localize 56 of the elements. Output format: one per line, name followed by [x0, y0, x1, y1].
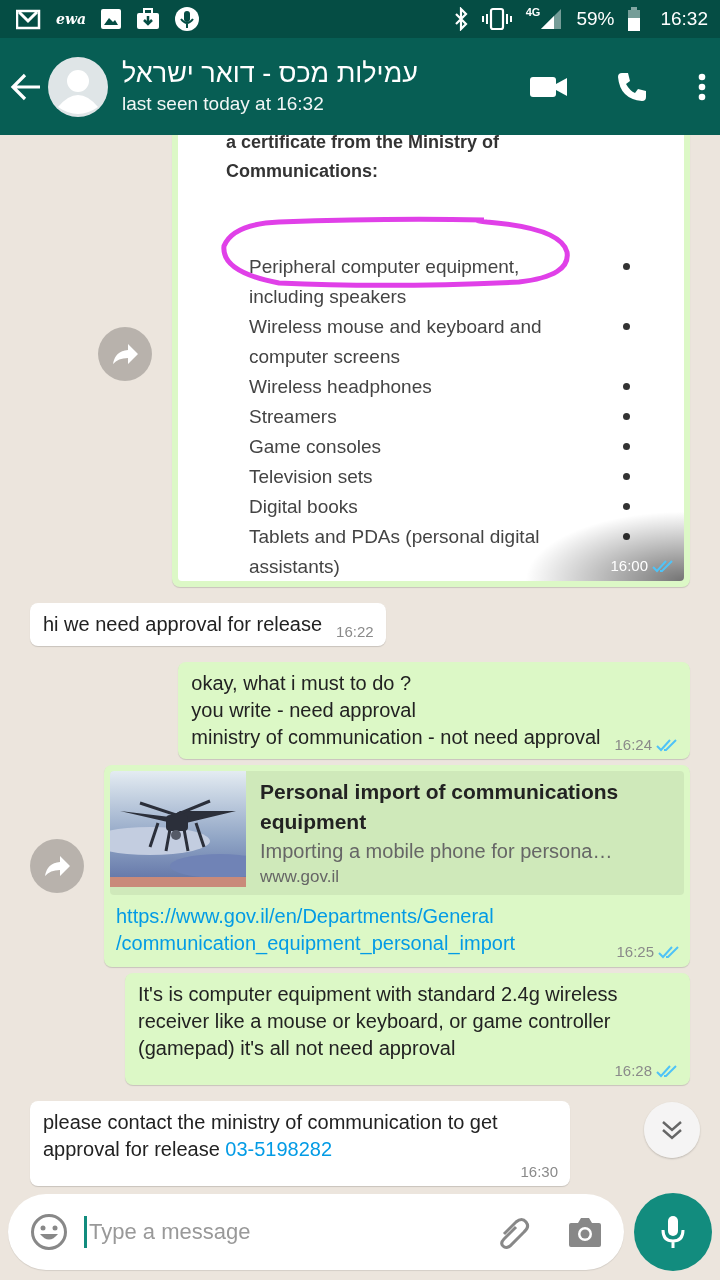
message-time: 16:28: [614, 1062, 652, 1080]
message-text: hi we need approval for release: [43, 612, 323, 637]
message-time: 16:24: [614, 736, 652, 754]
phone-call-icon[interactable]: [616, 70, 648, 103]
bullet: [623, 383, 630, 390]
message-text: It's is computer equipment with standard 2.4g wireless receiver like a mouse or keyboard, or game controller (gamepad) it's all not need approval: [138, 982, 619, 1061]
download-icon: [136, 8, 161, 30]
message-text: please contact the ministry of communication to get approval for release 03-5198282: [43, 1110, 499, 1162]
network-label: 4G: [525, 6, 541, 18]
message-time: 16:22: [336, 623, 374, 641]
more-options-icon[interactable]: [698, 71, 706, 102]
vibrate-icon: [481, 7, 512, 31]
microphone-icon: [661, 1215, 685, 1249]
avatar[interactable]: [48, 56, 108, 117]
message-input[interactable]: Type a message: [89, 1219, 484, 1245]
app-label: ewa: [56, 11, 87, 27]
microphone-icon: [174, 6, 201, 32]
mail-icon: [16, 8, 42, 30]
battery-percent: 59%: [576, 8, 615, 30]
message-time: 16:30: [520, 1163, 558, 1181]
bluetooth-icon: [453, 7, 468, 31]
list-item-text: Tablets and PDAs (personal digital assistants): [249, 526, 540, 577]
bullet: [623, 413, 630, 420]
list-item-text: Digital books: [249, 496, 358, 517]
scroll-down-button[interactable]: [644, 1102, 700, 1158]
last-seen: last seen today at 16:32: [122, 93, 325, 115]
image-icon: [100, 8, 123, 30]
list-item-text: Wireless mouse and keyboard and computer screens: [249, 316, 542, 367]
contact-name[interactable]: עמילות מכס - דואר ישראל: [122, 58, 530, 89]
double-chevron-icon: [661, 1120, 683, 1140]
emoji-icon[interactable]: [30, 1213, 68, 1251]
bullet: [623, 263, 630, 270]
link-title: Personal import of communications equipment: [260, 779, 620, 835]
video-call-icon[interactable]: [530, 74, 568, 99]
list-item-text: Game consoles: [249, 436, 381, 457]
bullet: [623, 503, 630, 510]
list-item-text: Streamers: [249, 406, 337, 427]
message-time: 16:25: [616, 943, 654, 961]
link-preview[interactable]: Personal import of communications equipment Importing a mobile phone for persona… www.gov.il: [110, 771, 684, 895]
camera-icon[interactable]: [568, 1217, 602, 1247]
link-description: Importing a mobile phone for persona…: [260, 839, 614, 864]
clock: 16:32: [660, 8, 708, 30]
bullet: [623, 323, 630, 330]
battery-icon: [628, 7, 641, 31]
bullet: [623, 473, 630, 480]
link-domain: www.gov.il: [260, 866, 341, 888]
list-item-text: Television sets: [249, 466, 373, 487]
list-item-text: Wireless headphones: [249, 376, 432, 397]
bullet: [623, 533, 630, 540]
document-heading: a certificate from the Ministry of Communications:: [226, 135, 501, 183]
message-text: okay, what i must to do ? you write - need approval ministry of communication - not need approval: [191, 671, 601, 750]
signal-icon: [540, 8, 563, 30]
list-item-text: Peripheral computer equipment, including speakers: [249, 256, 520, 307]
message-time: 16:00: [610, 557, 648, 575]
back-arrow-icon[interactable]: [10, 71, 42, 102]
bullet: [623, 443, 630, 450]
